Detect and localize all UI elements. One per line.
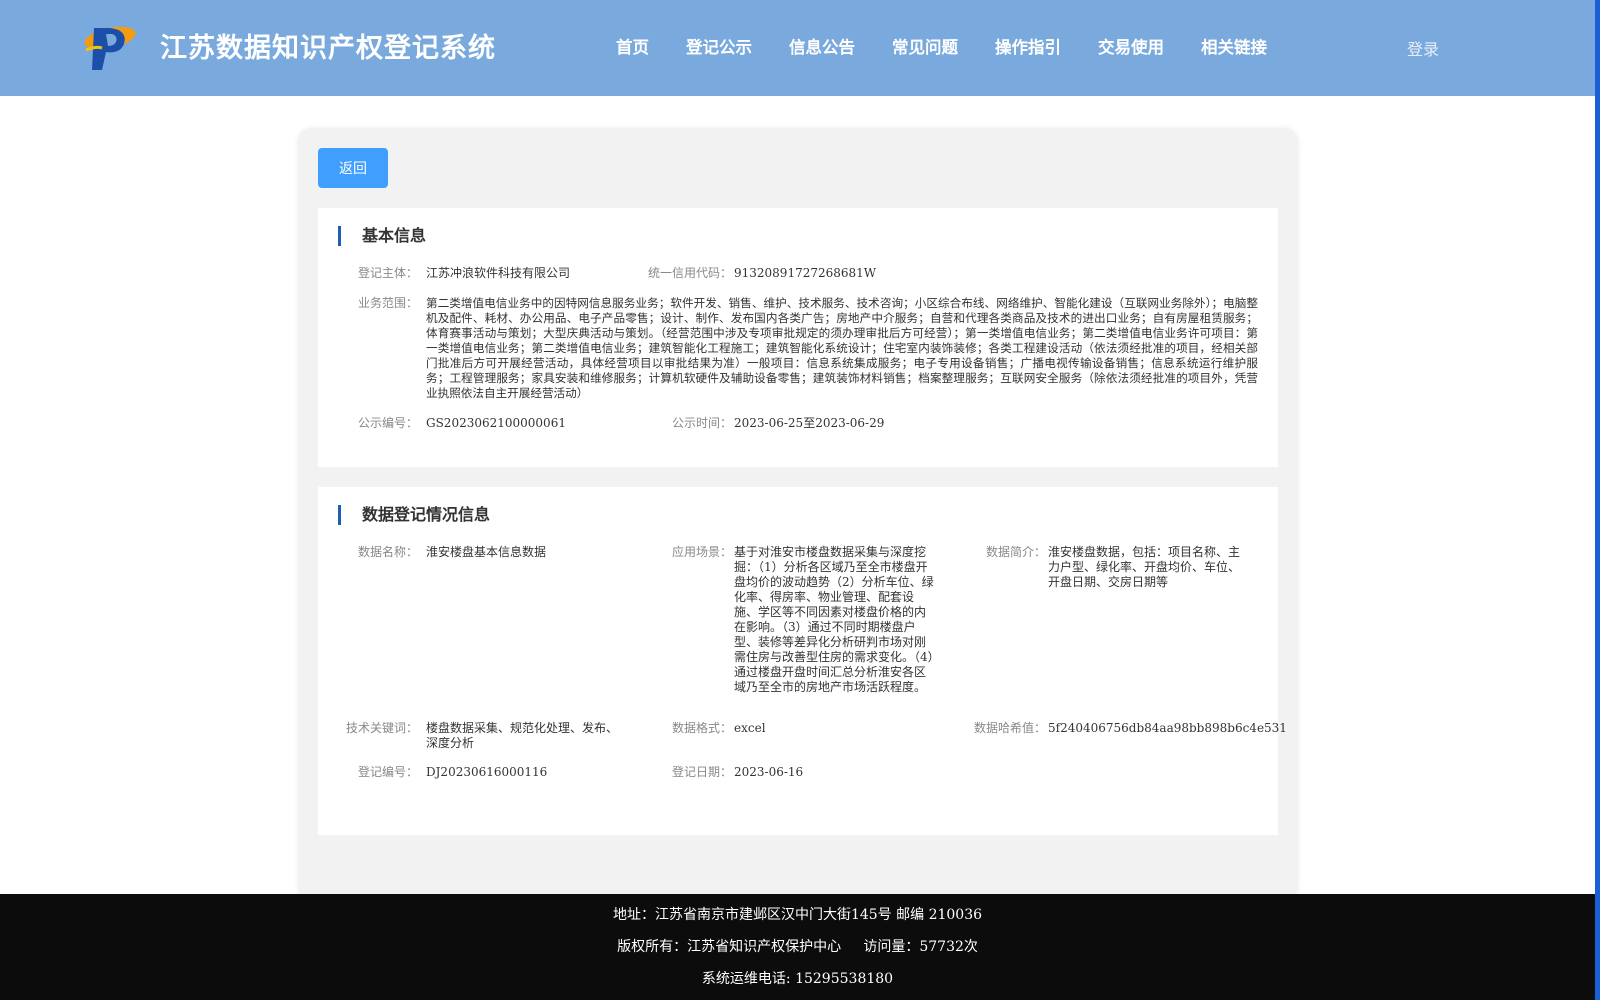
footer-hotline: 系统运维电话: 15295538180 — [701, 971, 894, 987]
data-format-label: 数据格式： — [671, 721, 732, 735]
application-scene-label: 应用场景： — [671, 545, 732, 559]
site-title: 江苏数据知识产权登记系统 — [160, 33, 496, 64]
credit-code-value: 91320891727268681W — [734, 266, 877, 280]
application-scene-value: 基于对淮安市楼盘数据采集与深度挖掘：（1）分析各区域乃至全市楼盘开盘均价的波动趋… — [734, 545, 934, 694]
basic-info-section: 基本信息 登记主体： 江苏冲浪软件科技有限公司 统一信用代码： 91320891… — [318, 208, 1278, 467]
data-intro-label: 数据简介： — [985, 545, 1046, 559]
footer-address: 地址：江苏省南京市建邺区汉中门大街145号 邮编 210036 — [612, 907, 983, 923]
nav-related-links[interactable]: 相关链接 — [1201, 34, 1267, 58]
nav-guide[interactable]: 操作指引 — [995, 34, 1061, 58]
data-format-value: excel — [734, 721, 766, 735]
publication-no-value: GS2023062100000061 — [426, 416, 566, 430]
data-registration-section: 数据登记情况信息 数据名称： 淮安楼盘基本信息数据 应用场景： 基于对淮安市楼盘… — [318, 487, 1287, 835]
login-link[interactable]: 登录 — [1407, 36, 1439, 60]
footer-copyright: 版权所有：江苏省知识产权保护中心 访问量：57732次 — [617, 939, 978, 955]
nav-announcements[interactable]: 信息公告 — [789, 34, 855, 58]
publication-time-value: 2023-06-25至2023-06-29 — [734, 416, 885, 430]
nav-trade-use[interactable]: 交易使用 — [1098, 34, 1164, 58]
data-hash-label: 数据哈希值： — [973, 721, 1046, 735]
section-title-data-registration: 数据登记情况信息 — [338, 505, 490, 525]
back-button[interactable]: 返回 — [318, 148, 388, 188]
detail-card: 返回 基本信息 登记主体： 江苏冲浪软件科技有限公司 统一信用代码： 91320… — [298, 128, 1298, 900]
data-name-value: 淮安楼盘基本信息数据 — [426, 545, 547, 559]
publication-no-label: 公示编号： — [357, 416, 418, 430]
publication-time-label: 公示时间： — [671, 416, 732, 430]
business-scope-label: 业务范围： — [357, 296, 418, 310]
nav-registration-notice[interactable]: 登记公示 — [686, 34, 752, 58]
business-scope-value: 第二类增值电信业务中的因特网信息服务业务；软件开发、销售、维护、技术服务、技术咨… — [426, 296, 1258, 400]
registration-date-label: 登记日期： — [671, 765, 732, 779]
tech-keywords-label: 技术关键词： — [345, 721, 418, 735]
main-nav: 首页 登记公示 信息公告 常见问题 操作指引 交易使用 相关链接 — [616, 34, 1304, 58]
data-intro-value: 淮安楼盘数据，包括：项目名称、主力户型、绿化率、开盘均价、车位、开盘日期、交房日… — [1048, 545, 1241, 589]
footer: 地址：江苏省南京市建邺区汉中门大街145号 邮编 210036 版权所有：江苏省… — [0, 894, 1595, 1000]
entity-value: 江苏冲浪软件科技有限公司 — [426, 266, 571, 280]
section-title-basic-info: 基本信息 — [338, 226, 426, 246]
registration-no-value: DJ20230616000116 — [426, 765, 548, 779]
nav-home[interactable]: 首页 — [616, 34, 649, 58]
tech-keywords-value: 楼盘数据采集、规范化处理、发布、深度分析 — [426, 721, 619, 750]
site-logo-icon — [84, 26, 136, 70]
scrollbar-edge — [1595, 0, 1600, 1000]
header-bar: 江苏数据知识产权登记系统 首页 登记公示 信息公告 常见问题 操作指引 交易使用… — [0, 0, 1595, 96]
data-hash-value: 5f240406756db84aa98bb898b6c4e531 — [1048, 721, 1287, 735]
data-name-label: 数据名称： — [357, 545, 418, 559]
entity-label: 登记主体： — [357, 266, 418, 280]
credit-code-label: 统一信用代码： — [647, 266, 732, 280]
registration-date-value: 2023-06-16 — [734, 765, 804, 779]
registration-no-label: 登记编号： — [357, 765, 418, 779]
nav-faq[interactable]: 常见问题 — [892, 34, 958, 58]
